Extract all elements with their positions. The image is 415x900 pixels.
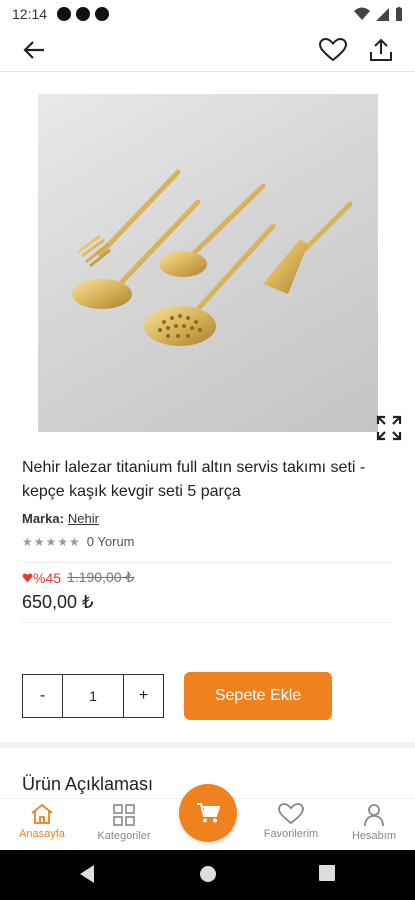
nav-item-categories[interactable]: Kategoriler: [84, 803, 164, 842]
cart-icon: [197, 803, 220, 823]
arrow-left-icon: [23, 41, 44, 59]
nav-item-favorites[interactable]: Favorilerim: [251, 803, 331, 840]
quantity-decrease-button[interactable]: -: [23, 675, 62, 717]
divider: [22, 622, 392, 623]
status-time: 12:14: [12, 6, 48, 22]
home-icon: [31, 803, 53, 824]
quantity-stepper: - 1 +: [22, 674, 164, 718]
share-icon: [370, 38, 392, 61]
brand-link[interactable]: Nehir: [68, 511, 99, 526]
discount-percent: %45: [33, 569, 62, 586]
quantity-value[interactable]: 1: [62, 675, 124, 717]
add-to-cart-button[interactable]: Sepete Ekle: [184, 672, 332, 720]
user-icon: [364, 804, 384, 827]
system-recents-icon[interactable]: [318, 864, 336, 882]
wifi-icon: [354, 7, 370, 20]
heart-icon: [278, 803, 304, 825]
grid-icon: [113, 804, 135, 826]
heart-icon: [319, 38, 347, 62]
old-price: 1.190,00 ₺: [67, 569, 135, 585]
quantity-increase-button[interactable]: +: [124, 675, 163, 717]
rating-stars-icon: ★★★★★: [22, 534, 81, 549]
description-title[interactable]: Ürün Açıklaması: [22, 774, 153, 795]
notification-dot-icon: [95, 7, 110, 21]
share-button[interactable]: [367, 36, 395, 64]
cart-button[interactable]: [179, 784, 237, 842]
rating-row[interactable]: ★★★★★ 0 Yorum: [22, 534, 135, 549]
brand-row: Marka: Nehir: [22, 511, 99, 526]
nav-label: Favorilerim: [263, 828, 319, 840]
notification-dot-icon: [76, 7, 91, 21]
discount-row: %45 1.190,00 ₺: [22, 569, 134, 586]
nav-label: Anasayfa: [19, 828, 65, 840]
status-bar: 12:14: [0, 0, 415, 28]
nav-item-account[interactable]: Hesabım: [334, 803, 414, 842]
review-count: 0 Yorum: [86, 534, 135, 549]
top-bar: [0, 28, 415, 72]
product-image[interactable]: [38, 94, 378, 432]
signal-icon: [376, 7, 389, 21]
section-separator: [0, 742, 415, 748]
nav-item-home[interactable]: Anasayfa: [2, 803, 82, 840]
system-navigation-bar: [0, 850, 415, 900]
nav-label: Kategoriler: [97, 830, 151, 842]
current-price: 650,00 ₺: [22, 592, 94, 612]
golden-utensils-illustration: [72, 169, 353, 346]
fullscreen-button[interactable]: [375, 414, 403, 442]
product-title: Nehir lalezar titanium full altın servis…: [22, 459, 366, 500]
favorite-button[interactable]: [319, 36, 347, 64]
back-button[interactable]: [20, 36, 48, 64]
divider: [22, 562, 392, 563]
brand-label: Marka:: [22, 511, 64, 526]
expand-icon: [376, 415, 402, 441]
system-home-icon[interactable]: [198, 864, 218, 884]
battery-icon: [396, 7, 402, 21]
system-back-icon[interactable]: [78, 864, 96, 884]
nav-label: Hesabım: [351, 830, 397, 842]
heart-filled-icon: [22, 573, 33, 582]
notification-dot-icon: [57, 7, 72, 21]
